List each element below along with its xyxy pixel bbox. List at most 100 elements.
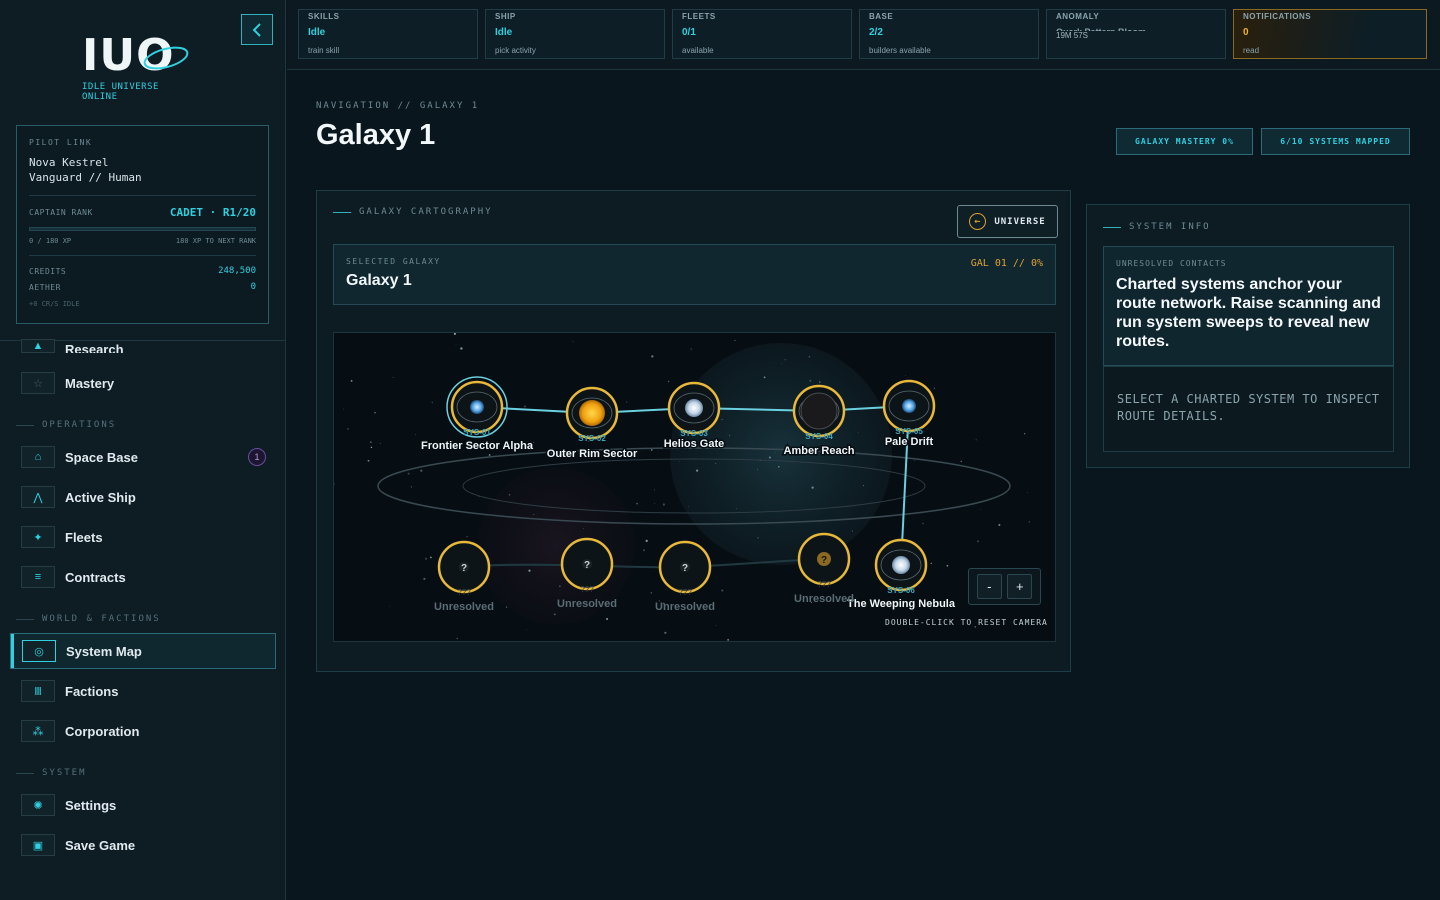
credits-value: 248,500 bbox=[218, 266, 256, 276]
star bbox=[526, 629, 528, 630]
nav-label: Mastery bbox=[65, 375, 115, 391]
stat-ship[interactable]: SHIP Idle pick activity bbox=[485, 9, 665, 59]
stat-value: 0 bbox=[1243, 27, 1249, 38]
star bbox=[651, 449, 653, 451]
gear-icon: ✺ bbox=[21, 794, 55, 816]
logo-subtitle: IDLE UNIVERSE ONLINE bbox=[82, 82, 159, 102]
nav-system-map[interactable]: ◎ System Map bbox=[10, 633, 276, 669]
system-node[interactable]: ???? Unresolved bbox=[557, 537, 617, 610]
star bbox=[430, 556, 432, 559]
selected-galaxy-code: GAL 01 // 0% bbox=[970, 258, 1043, 269]
star bbox=[636, 502, 638, 505]
stat-skills[interactable]: SKILLS Idle train skill bbox=[298, 9, 478, 59]
system-name: Unresolved bbox=[794, 593, 854, 605]
system-code: SYS-02 bbox=[578, 434, 606, 443]
rank-value: CADET · R1/20 bbox=[169, 206, 256, 219]
star bbox=[667, 380, 670, 383]
stat-title: SHIP bbox=[495, 12, 516, 21]
breadcrumb: NAVIGATION // GALAXY 1 bbox=[316, 101, 480, 111]
rank-label: CAPTAIN RANK bbox=[29, 208, 93, 217]
system-node[interactable]: SYS-01 Frontier Sector Alpha bbox=[419, 376, 535, 454]
star bbox=[410, 486, 413, 488]
ship-icon: ⋀ bbox=[21, 486, 55, 508]
stat-sub: train skill bbox=[308, 46, 340, 55]
nav-active-ship[interactable]: ⋀ Active Ship bbox=[10, 479, 276, 515]
system-node[interactable]: ???? Unresolved bbox=[794, 532, 854, 605]
system-node[interactable]: SYS-02 Outer Rim Sector bbox=[545, 386, 639, 462]
nav-label: Fleets bbox=[65, 529, 103, 545]
star bbox=[960, 460, 962, 463]
nav-space-base[interactable]: ⌂ Space Base 1 bbox=[10, 439, 276, 475]
system-name: Unresolved bbox=[434, 601, 494, 613]
star bbox=[606, 618, 609, 620]
nav-corporation[interactable]: ⁂ Corporation bbox=[10, 713, 276, 749]
section-system: SYSTEM bbox=[16, 768, 87, 778]
network-icon: ⁂ bbox=[21, 720, 55, 742]
collapse-sidebar-button[interactable] bbox=[241, 14, 273, 45]
stat-notifications[interactable]: NOTIFICATIONS 0 read bbox=[1233, 9, 1427, 59]
star bbox=[650, 592, 653, 594]
system-node[interactable]: ???? Unresolved bbox=[655, 540, 715, 613]
star bbox=[528, 569, 531, 572]
star bbox=[654, 489, 655, 491]
nav-save-game[interactable]: ▣ Save Game bbox=[10, 827, 276, 863]
star bbox=[998, 523, 1001, 527]
universe-button[interactable]: ← UNIVERSE bbox=[957, 205, 1058, 238]
system-code: SYS-04 bbox=[805, 432, 833, 441]
system-node[interactable]: SYS-05Pale Drift bbox=[882, 379, 936, 450]
star-core bbox=[470, 400, 484, 414]
system-code: SYS-06 bbox=[887, 586, 915, 595]
system-node[interactable]: SYS-03Helios Gate bbox=[662, 381, 726, 452]
system-name: Unresolved bbox=[655, 601, 715, 613]
zoom-in-button[interactable]: + bbox=[1007, 574, 1033, 599]
nav-mastery[interactable]: ☆ Mastery bbox=[10, 365, 276, 401]
star bbox=[727, 639, 729, 641]
stat-title: FLEETS bbox=[682, 12, 716, 21]
section-operations: OPERATIONS bbox=[16, 420, 116, 430]
star bbox=[679, 461, 680, 462]
station-icon: ⌂ bbox=[21, 446, 55, 468]
star bbox=[456, 637, 458, 640]
star bbox=[735, 508, 737, 510]
main-content: NAVIGATION // GALAXY 1 Galaxy 1 GALAXY M… bbox=[287, 71, 1440, 900]
star bbox=[460, 347, 463, 350]
system-code: SYS-05 bbox=[895, 427, 923, 436]
nav-factions[interactable]: Ⅲ Factions bbox=[10, 673, 276, 709]
question-mark-icon: ? bbox=[682, 563, 688, 574]
system-map-svg[interactable]: SYS-01 Frontier Sector Alpha SYS-02 Outer R… bbox=[334, 333, 1056, 642]
panel-heading: GALAXY CARTOGRAPHY bbox=[333, 207, 493, 217]
nav-fleets[interactable]: ✦ Fleets bbox=[10, 519, 276, 555]
nav-settings[interactable]: ✺ Settings bbox=[10, 787, 276, 823]
star bbox=[975, 439, 977, 441]
star bbox=[423, 577, 426, 581]
star bbox=[763, 376, 766, 379]
nav-label: Active Ship bbox=[65, 489, 136, 505]
document-icon: ≡ bbox=[21, 566, 55, 588]
star bbox=[857, 431, 859, 433]
system-node[interactable]: SYS-06 The Weeping Nebula bbox=[846, 538, 957, 612]
star bbox=[453, 333, 456, 335]
save-icon: ▣ bbox=[21, 834, 55, 856]
star bbox=[851, 530, 853, 532]
star bbox=[379, 442, 381, 444]
stat-anomaly[interactable]: ANOMALY Quark Pattern Bloom 19M 57S bbox=[1046, 9, 1226, 59]
system-code: ??? bbox=[678, 588, 692, 597]
stat-fleets[interactable]: FLEETS 0/1 available bbox=[672, 9, 852, 59]
stat-base[interactable]: BASE 2/2 builders available bbox=[859, 9, 1039, 59]
star-core bbox=[800, 392, 838, 430]
pilot-card: PILOT LINK Nova Kestrel Vanguard // Huma… bbox=[16, 125, 269, 324]
zoom-out-button[interactable]: - bbox=[976, 574, 1002, 599]
star-core bbox=[685, 399, 703, 417]
system-node[interactable]: ???? Unresolved bbox=[434, 540, 494, 613]
system-map-canvas[interactable]: SYS-01 Frontier Sector Alpha SYS-02 Outer R… bbox=[333, 332, 1056, 642]
aether-label: AETHER bbox=[29, 282, 61, 292]
star bbox=[933, 387, 935, 389]
nav-research[interactable]: ▲ Research bbox=[10, 325, 276, 353]
star bbox=[407, 472, 410, 475]
stat-sub: builders available bbox=[869, 46, 931, 55]
system-name: Frontier Sector Alpha bbox=[421, 440, 534, 452]
system-name: The Weeping Nebula bbox=[847, 598, 956, 610]
nav-contracts[interactable]: ≡ Contracts bbox=[10, 559, 276, 595]
system-info-panel: SYSTEM INFO UNRESOLVED CONTACTS Charted … bbox=[1086, 204, 1410, 468]
star bbox=[626, 401, 628, 403]
